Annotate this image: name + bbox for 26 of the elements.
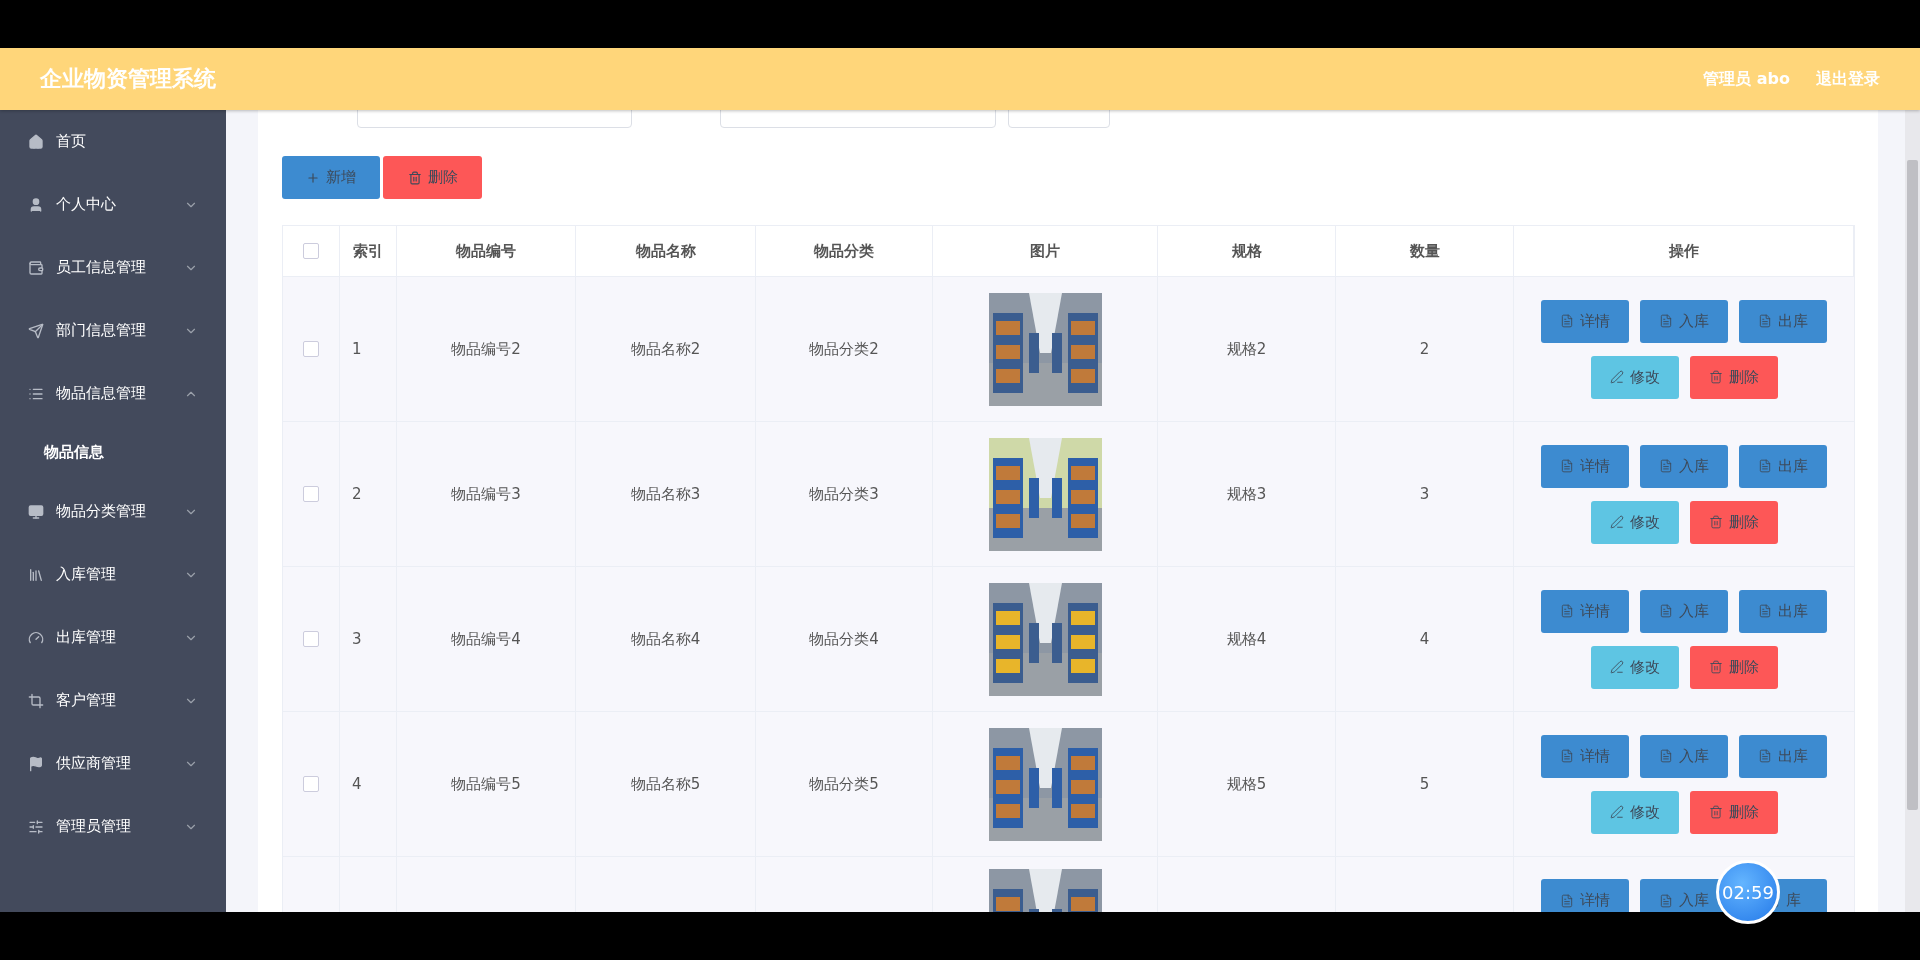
table-cell: 1 [352, 340, 362, 358]
table-cell: 物品编号5 [451, 774, 521, 794]
table-cell: 4 [1419, 630, 1430, 648]
table-cell: 物品分类5 [809, 774, 879, 794]
table-cell: 2 [352, 485, 362, 503]
table-cell: 物品编号3 [451, 484, 521, 504]
app-title: 企业物资管理系统 [40, 65, 216, 93]
table-cell: 物品名称2 [630, 339, 701, 359]
table-cell: 物品编号2 [451, 339, 521, 359]
table-cell: 物品分类3 [809, 484, 879, 504]
table-cell: 规格3 [1226, 484, 1267, 504]
table-cell: 物品名称5 [630, 774, 701, 794]
table-cell: 2 [1419, 340, 1430, 358]
table-cell: 4 [352, 775, 362, 793]
table-cell: 物品名称3 [630, 484, 701, 504]
table-cell: 物品编号4 [451, 629, 521, 649]
table-cell: 物品分类4 [809, 629, 879, 649]
table-cell: 规格4 [1226, 629, 1267, 649]
table-cell: 5 [1419, 775, 1430, 793]
table-cell: 3 [352, 630, 362, 648]
user-name: 管理员 abo [1703, 68, 1790, 90]
table-cell: 规格5 [1226, 774, 1267, 794]
table-cell: 3 [1419, 485, 1430, 503]
table-cell: 物品名称4 [630, 629, 701, 649]
table-cell: 规格2 [1226, 339, 1267, 359]
table-cell: 物品分类2 [809, 339, 879, 359]
